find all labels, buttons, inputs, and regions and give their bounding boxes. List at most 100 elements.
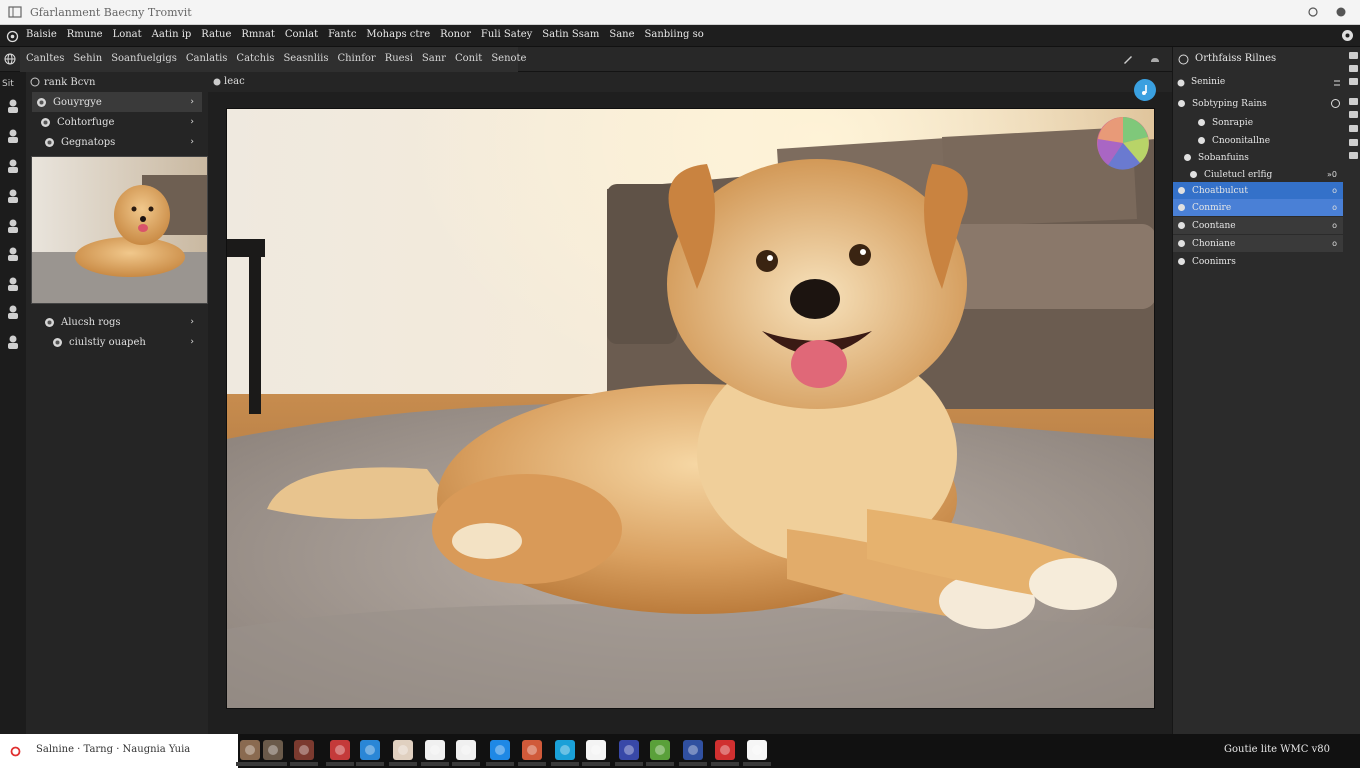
- panel-strip-icon[interactable]: [1349, 52, 1358, 59]
- menu-item[interactable]: Conlat: [285, 29, 318, 40]
- panel-strip-icon[interactable]: [1349, 65, 1358, 72]
- toolbar-item[interactable]: Senote: [491, 53, 526, 64]
- layer-row[interactable]: Alucsh rogs ›: [40, 312, 202, 332]
- taskbar-app-icon[interactable]: [555, 740, 575, 760]
- menu-item[interactable]: Ronor: [440, 29, 471, 40]
- menu-item[interactable]: Lonat: [113, 29, 142, 40]
- property-toggle[interactable]: o: [1332, 239, 1337, 248]
- panel-strip-icon[interactable]: [1349, 152, 1358, 159]
- start-icon[interactable]: [10, 746, 21, 757]
- taskbar-app-icon[interactable]: [360, 740, 380, 760]
- color-wheel-icon[interactable]: [1096, 113, 1150, 171]
- toolbar-item[interactable]: Catchis: [236, 53, 274, 64]
- layer-row[interactable]: ciulstiy ouapeh ›: [48, 332, 202, 352]
- toolbar-item[interactable]: Ruesi: [385, 53, 413, 64]
- property-toggle[interactable]: o: [1332, 221, 1337, 230]
- taskbar-app-icon[interactable]: [425, 740, 445, 760]
- taskbar-app-icon[interactable]: [330, 740, 350, 760]
- property-row[interactable]: Ciuletucl erlfig »0: [1173, 166, 1343, 183]
- taskbar-app-icon[interactable]: [683, 740, 703, 760]
- taskbar-app-icon[interactable]: [240, 740, 260, 760]
- app-menu-icon[interactable]: [6, 30, 19, 43]
- menu-item[interactable]: Rmune: [67, 29, 103, 40]
- taskbar-app-icon[interactable]: [490, 740, 510, 760]
- taskbar-app-icon[interactable]: [650, 740, 670, 760]
- panel-strip-icon[interactable]: [1349, 98, 1358, 105]
- menu-item[interactable]: Mohaps ctre: [366, 29, 430, 40]
- person-tool-icon[interactable]: [5, 276, 21, 292]
- chevron-icon[interactable]: ›: [190, 117, 194, 127]
- person-tool-icon[interactable]: [5, 334, 21, 350]
- main-photo[interactable]: [226, 108, 1155, 709]
- thumbnail-preview[interactable]: [31, 156, 208, 304]
- property-row[interactable]: Sobtyping Rains: [1173, 95, 1343, 112]
- property-toggle[interactable]: o: [1332, 186, 1337, 195]
- minimize-icon[interactable]: [1306, 5, 1320, 19]
- toolbar-item[interactable]: Seasnliis: [283, 53, 328, 64]
- radio-button[interactable]: [1331, 99, 1340, 108]
- chevron-icon[interactable]: ›: [190, 337, 194, 347]
- taskbar-app-icon[interactable]: [715, 740, 735, 760]
- system-tray[interactable]: Goutie lite WMC v80: [1224, 744, 1330, 755]
- cloud-icon[interactable]: [1149, 53, 1161, 65]
- layer-row[interactable]: Gegnatops ›: [40, 132, 202, 152]
- panel-strip-icon[interactable]: [1349, 125, 1358, 132]
- taskbar-app-icon[interactable]: [522, 740, 542, 760]
- taskbar-app-icon[interactable]: [456, 740, 476, 760]
- chevron-icon[interactable]: ›: [190, 137, 194, 147]
- settings-icon[interactable]: [1341, 29, 1354, 42]
- taskbar-app-icon[interactable]: [619, 740, 639, 760]
- toolbar-item[interactable]: Conit: [455, 53, 482, 64]
- chevron-icon[interactable]: ›: [190, 97, 194, 107]
- property-row[interactable]: Sobanfuins: [1173, 149, 1343, 166]
- property-row[interactable]: Cnoonitallne: [1173, 132, 1343, 149]
- layer-row[interactable]: Cohtorfuge ›: [36, 112, 202, 132]
- person-tool-icon[interactable]: [5, 128, 21, 144]
- menu-item[interactable]: Ratue: [201, 29, 231, 40]
- person-tool-icon[interactable]: [5, 98, 21, 114]
- panel-strip-icon[interactable]: [1349, 111, 1358, 118]
- layer-row[interactable]: Gouyrgye ›: [32, 92, 202, 112]
- taskbar-app-icon[interactable]: [747, 740, 767, 760]
- toolbar-item[interactable]: Canlatis: [186, 53, 228, 64]
- property-toggle[interactable]: »0: [1327, 170, 1337, 179]
- menu-item[interactable]: Sane: [609, 29, 634, 40]
- property-row[interactable]: Conmire o: [1173, 199, 1343, 216]
- toolbar-item[interactable]: Soanfuelgigs: [111, 53, 177, 64]
- menu-item[interactable]: Aatin ip: [152, 29, 192, 40]
- toolbar-item[interactable]: Sehin: [73, 53, 102, 64]
- person-tool-icon[interactable]: [5, 246, 21, 262]
- panel-strip-icon[interactable]: [1349, 78, 1358, 85]
- taskbar-search[interactable]: Salnine · Tarng · Naugnia Yuia: [0, 734, 238, 768]
- menu-item[interactable]: Sanbiing so: [645, 29, 704, 40]
- toolbar-item[interactable]: Canltes: [26, 53, 64, 64]
- property-row[interactable]: Sonrapie: [1173, 114, 1343, 131]
- person-tool-icon[interactable]: [5, 304, 21, 320]
- globe-icon[interactable]: [4, 53, 16, 65]
- toolbar-item[interactable]: Chinfor: [337, 53, 375, 64]
- property-row[interactable]: Choatbulcut o: [1173, 182, 1343, 199]
- property-row[interactable]: Coonimrs: [1173, 253, 1343, 270]
- pen-icon[interactable]: [1122, 53, 1134, 65]
- toolbar-item[interactable]: Sanr: [422, 53, 446, 64]
- menu-item[interactable]: Fantc: [328, 29, 356, 40]
- taskbar-app-icon[interactable]: [294, 740, 314, 760]
- panel-strip-icon[interactable]: [1349, 139, 1358, 146]
- property-row[interactable]: Choniane o: [1173, 235, 1343, 252]
- close-icon[interactable]: [1334, 5, 1348, 19]
- chevron-icon[interactable]: ›: [190, 317, 194, 327]
- menu-item[interactable]: Fuli Satey: [481, 29, 532, 40]
- sort-icon[interactable]: [1332, 78, 1342, 88]
- person-tool-icon[interactable]: [5, 188, 21, 204]
- person-tool-icon[interactable]: [5, 218, 21, 234]
- canvas-action-button[interactable]: [1134, 79, 1156, 101]
- taskbar-app-icon[interactable]: [586, 740, 606, 760]
- person-tool-icon[interactable]: [5, 158, 21, 174]
- menu-item[interactable]: Rmnat: [241, 29, 274, 40]
- property-row[interactable]: Coontane o: [1173, 217, 1343, 234]
- taskbar-app-icon[interactable]: [393, 740, 413, 760]
- taskbar-app-icon[interactable]: [263, 740, 283, 760]
- menu-item[interactable]: Baisie: [26, 29, 57, 40]
- property-toggle[interactable]: o: [1332, 203, 1337, 212]
- menu-item[interactable]: Satin Ssam: [542, 29, 599, 40]
